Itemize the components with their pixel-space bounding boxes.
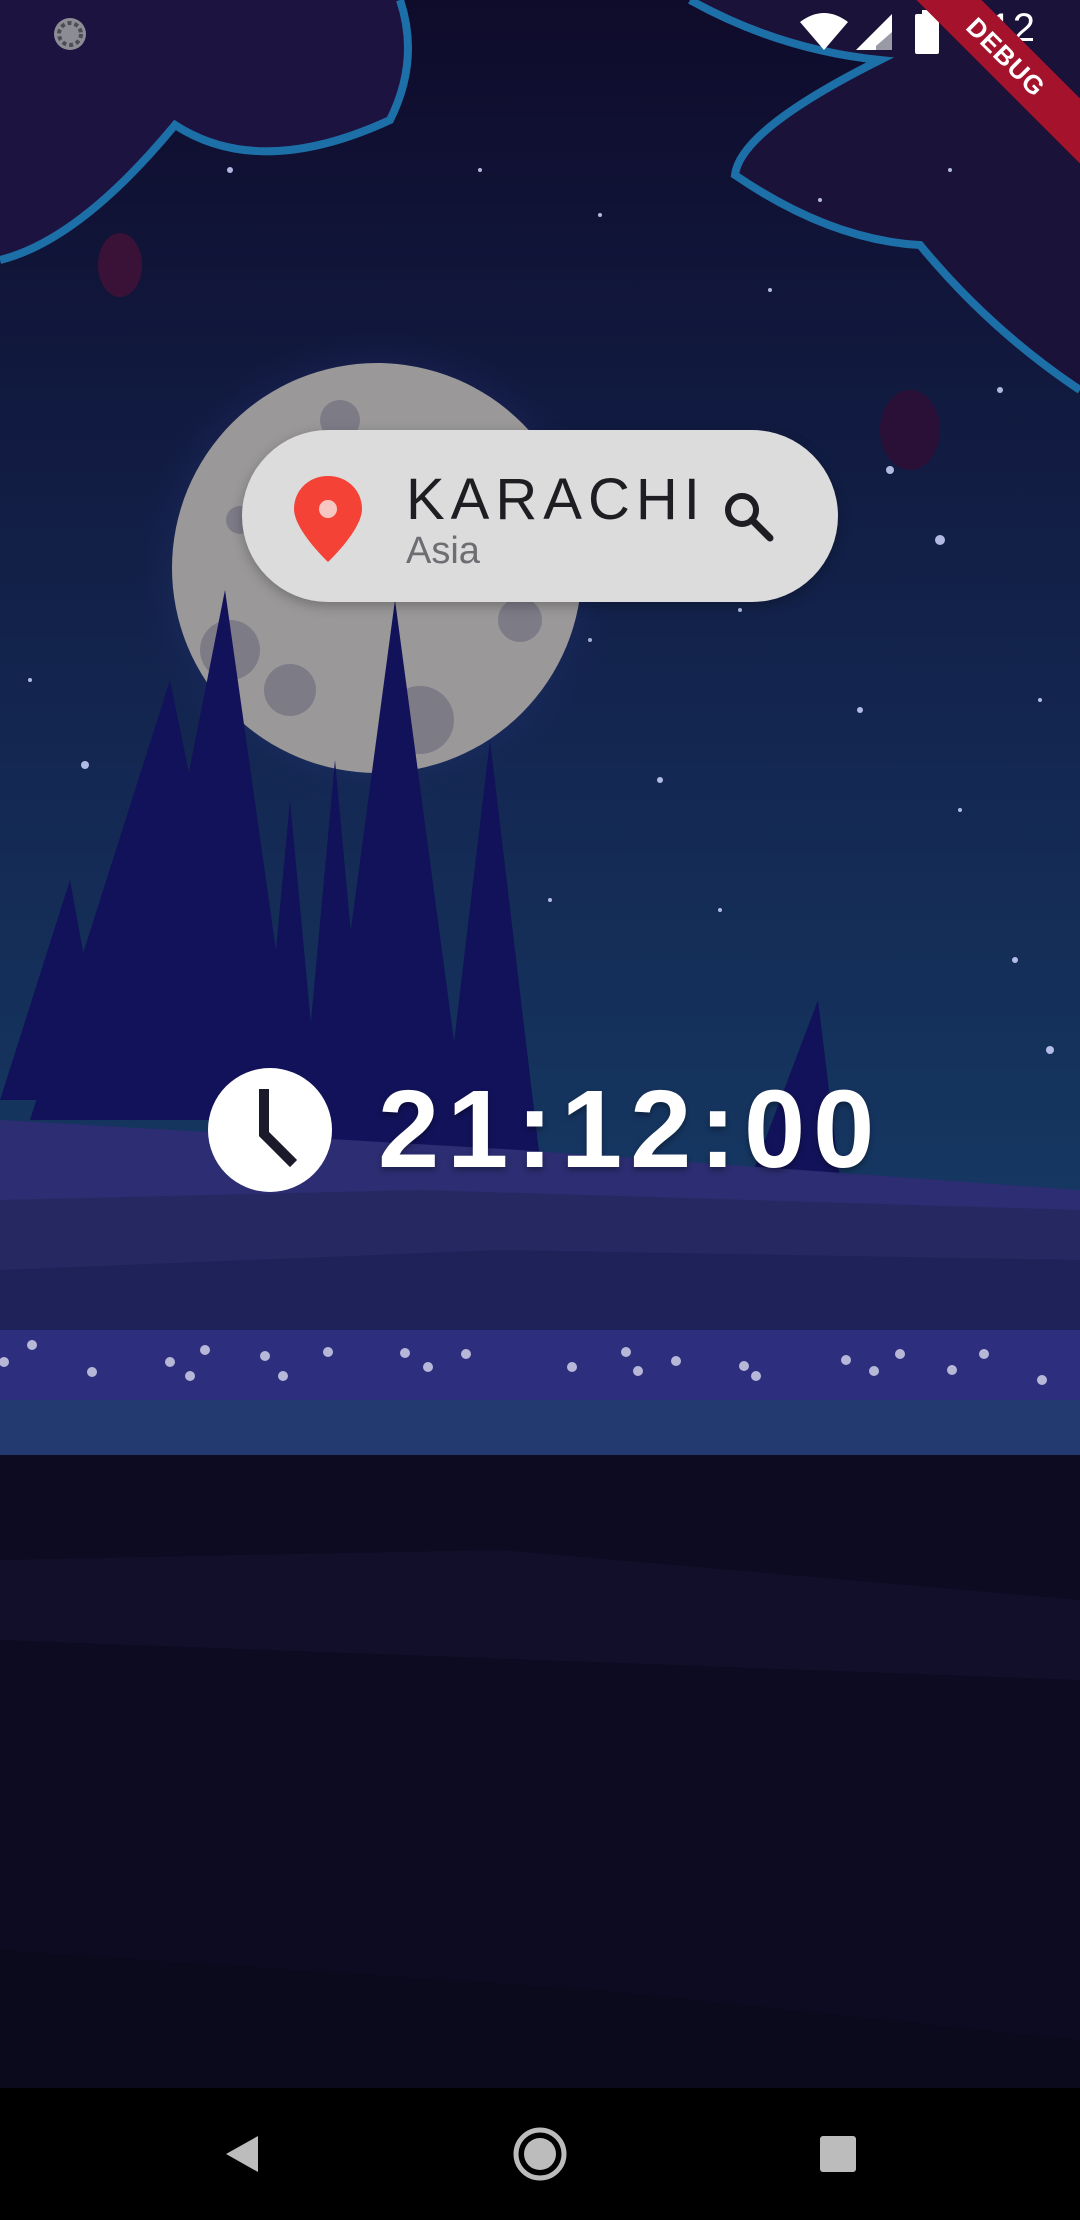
back-icon[interactable] <box>210 2122 274 2186</box>
navigation-bar <box>0 2088 1080 2220</box>
city-name: KARACHI <box>406 467 706 532</box>
settings-sync-icon <box>54 18 86 50</box>
clock-display: 21:12:00 <box>206 1064 906 1194</box>
region-name: Asia <box>406 530 480 572</box>
night-landscape-illustration <box>0 0 1080 2088</box>
home-icon[interactable] <box>508 2122 572 2186</box>
wifi-icon <box>800 13 848 50</box>
location-pin-icon <box>294 476 362 562</box>
search-icon[interactable] <box>718 486 778 546</box>
recents-icon[interactable] <box>806 2122 870 2186</box>
night-scene-background <box>0 0 1080 2088</box>
status-bar: 4:12 <box>0 0 1080 64</box>
current-time: 21:12:00 <box>378 1068 883 1191</box>
cell-signal-icon <box>856 14 892 50</box>
location-selector[interactable]: KARACHI Asia <box>242 430 838 602</box>
clock-icon <box>208 1068 332 1192</box>
